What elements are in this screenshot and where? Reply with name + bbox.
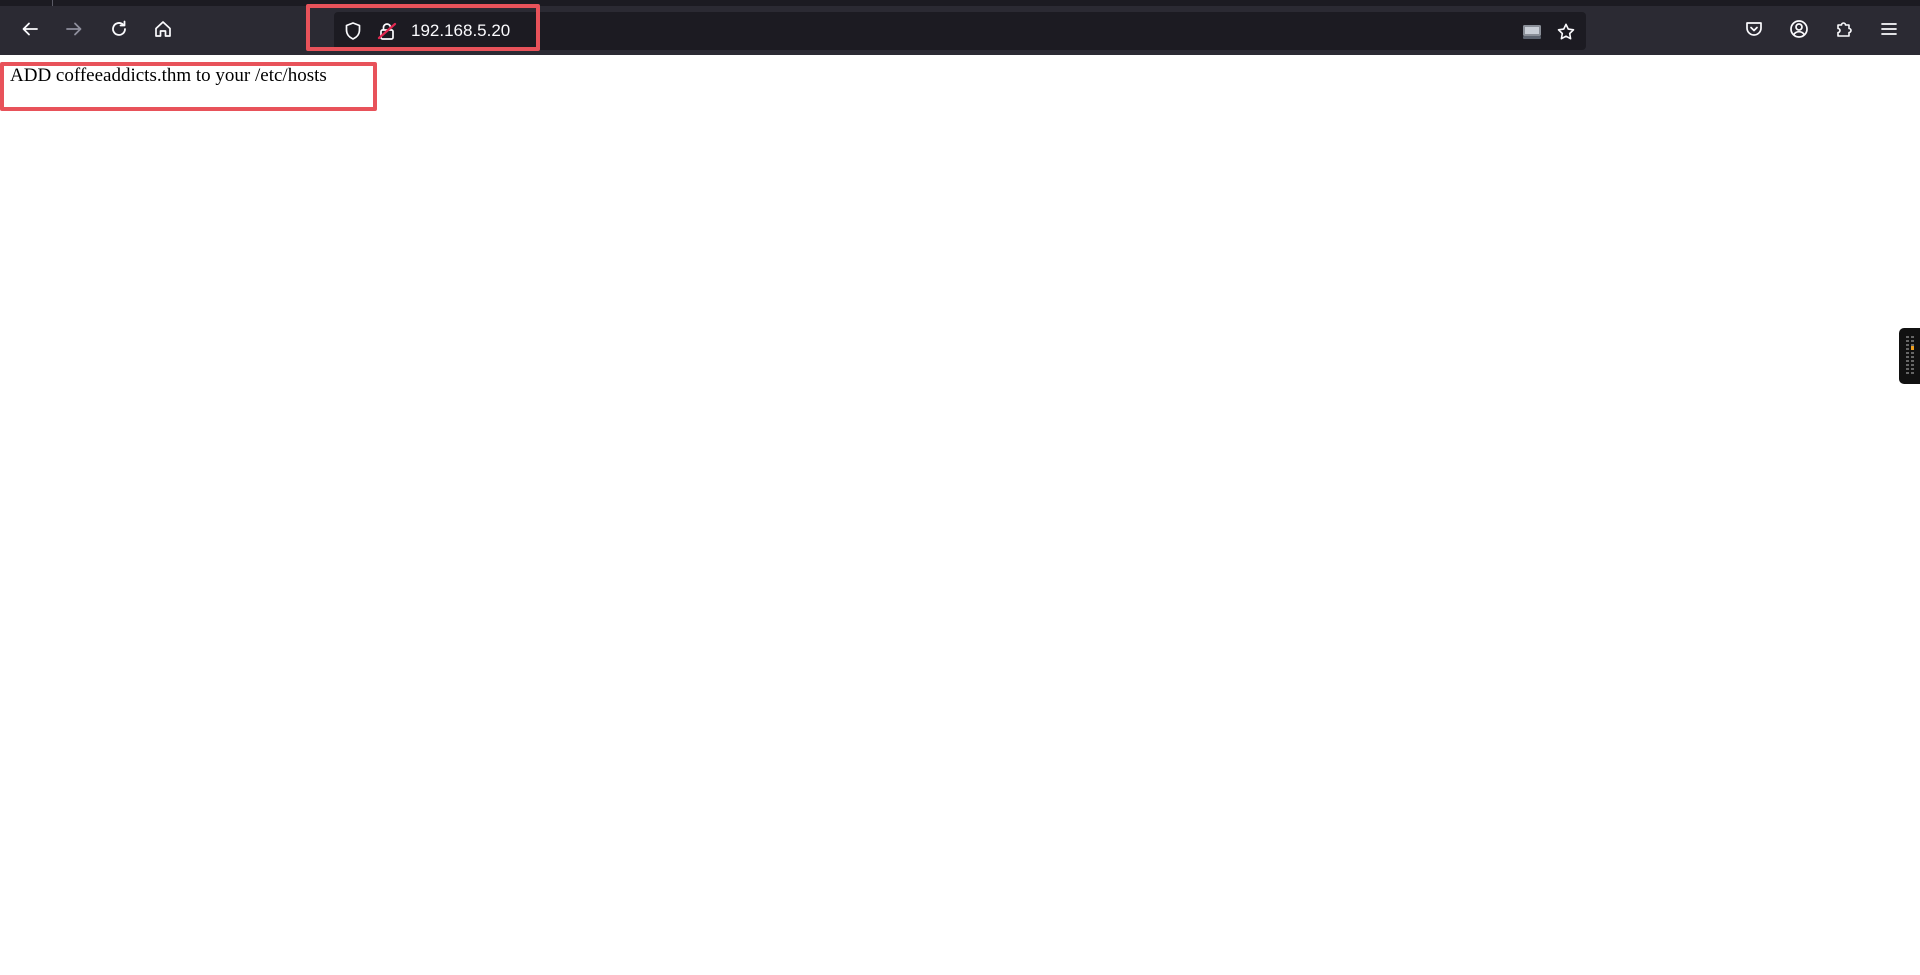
browser-window: 192.168.5.20 ADD coffeeaddicts.thm to yo… (0, 0, 1920, 975)
extensions-icon (1834, 19, 1854, 44)
reader-view-icon[interactable] (1521, 21, 1543, 43)
menu-icon (1879, 19, 1899, 44)
grip-lines (1906, 336, 1909, 376)
app-menu-button[interactable] (1873, 15, 1905, 47)
url-text[interactable]: 192.168.5.20 (411, 21, 510, 41)
side-panel-handle[interactable] (1899, 328, 1920, 384)
back-arrow-icon (20, 19, 40, 44)
reload-icon (109, 19, 129, 44)
account-icon (1789, 19, 1809, 44)
extensions-button[interactable] (1828, 15, 1860, 47)
browser-toolbar: 192.168.5.20 (0, 0, 1920, 55)
tracking-protection-shield-icon[interactable] (343, 21, 363, 41)
forward-arrow-icon (64, 19, 84, 44)
indicator-dot (1911, 346, 1914, 350)
page-content: ADD coffeeaddicts.thm to your /etc/hosts (0, 55, 1920, 975)
back-button[interactable] (14, 15, 46, 47)
pocket-icon (1744, 19, 1764, 44)
insecure-lock-icon[interactable] (377, 21, 397, 41)
bookmark-star-icon[interactable] (1555, 21, 1577, 43)
account-button[interactable] (1783, 15, 1815, 47)
reload-button[interactable] (103, 15, 135, 47)
page-message: ADD coffeeaddicts.thm to your /etc/hosts (10, 65, 327, 86)
pocket-button[interactable] (1738, 15, 1770, 47)
home-button[interactable] (147, 15, 179, 47)
grip-lines (1911, 336, 1914, 376)
tab-strip-edge (52, 0, 53, 6)
home-icon (153, 19, 173, 44)
address-bar[interactable]: 192.168.5.20 (334, 12, 1586, 50)
forward-button[interactable] (58, 15, 90, 47)
